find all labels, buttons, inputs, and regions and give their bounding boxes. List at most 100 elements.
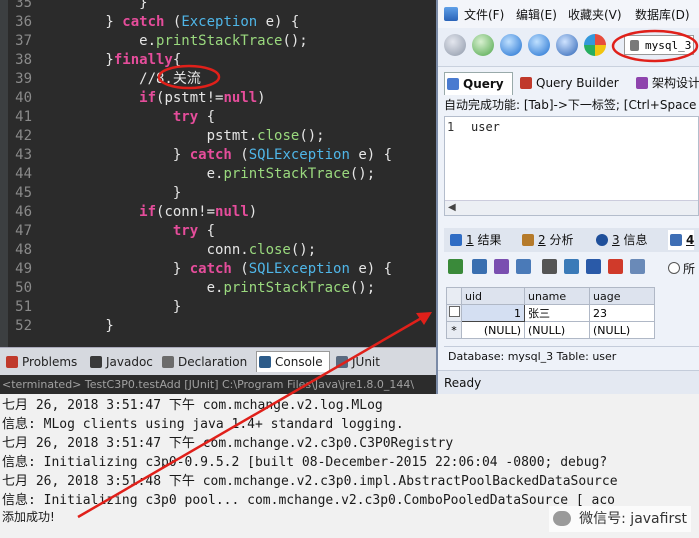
tab-declaration[interactable]: Declaration	[160, 352, 247, 372]
result-grid[interactable]: uid uname uage 1 张三 23 * (NULL) (NULL) (…	[446, 287, 655, 339]
console-icon	[259, 356, 271, 368]
delete-icon[interactable]	[608, 259, 623, 274]
code-token: ();	[299, 128, 325, 144]
query-editor[interactable]: 1 user ◀	[444, 116, 699, 216]
tab-problems[interactable]: Problems	[4, 352, 77, 372]
menu-database[interactable]: 数据库(D)	[635, 6, 690, 23]
grid-corner	[446, 287, 462, 305]
query-icon	[447, 78, 459, 90]
code-token: (pstmt!=	[156, 90, 224, 106]
menu-favorites[interactable]: 收藏夹(V)	[568, 6, 622, 23]
console-output[interactable]: 七月 26, 2018 3:51:47 下午 com.mchange.v2.lo…	[0, 394, 699, 538]
export-icon[interactable]	[472, 259, 487, 274]
save-icon[interactable]	[586, 259, 601, 274]
execute-all-icon[interactable]	[528, 34, 550, 56]
scroll-left-icon[interactable]: ◀	[448, 202, 456, 213]
grid-cell-uname[interactable]: 张三	[524, 304, 590, 322]
code-token: (	[164, 14, 182, 30]
code-line: 52 }	[0, 317, 114, 336]
grid-cell-uage[interactable]: 23	[589, 304, 655, 322]
code-token: if	[139, 204, 157, 220]
grid-cell-uage[interactable]: (NULL)	[589, 321, 655, 339]
import-icon[interactable]	[494, 259, 509, 274]
tab-result-label: 结果	[477, 233, 502, 247]
code-line: 38 }finally{	[0, 51, 181, 70]
tab-label: Problems	[22, 355, 78, 369]
grid-cell-uid[interactable]: (NULL)	[461, 321, 525, 339]
console-line: 七月 26, 2018 3:51:48 下午 com.mchange.v2.c3…	[2, 474, 618, 489]
info-icon	[596, 234, 608, 246]
code-token: {	[198, 109, 216, 125]
tab-profile[interactable]: 2 分析	[520, 230, 573, 250]
tab-junit[interactable]: JUnit	[334, 352, 380, 372]
query-builder-icon	[520, 77, 532, 89]
new-connection-icon[interactable]	[472, 34, 494, 56]
query-line-number: 1	[447, 120, 455, 134]
tab-result[interactable]: 1 结果	[448, 230, 501, 250]
query-text[interactable]: user	[471, 120, 500, 134]
checkbox[interactable]	[448, 306, 460, 317]
menu-edit[interactable]: 编辑(E)	[516, 6, 557, 23]
tab-schema-designer[interactable]: 架构设计	[634, 72, 699, 94]
column-header-uname[interactable]: uname	[524, 287, 590, 305]
code-token: ();	[290, 242, 317, 258]
code-token: }	[38, 147, 190, 163]
all-rows-radio[interactable]: 所	[668, 260, 695, 277]
tab-query-builder[interactable]: Query Builder	[518, 72, 619, 94]
connect-icon[interactable]	[444, 34, 466, 56]
code-token: e.	[38, 280, 224, 296]
code-token: (conn!=	[156, 204, 216, 220]
tab-table-data[interactable]: 4	[668, 230, 695, 250]
tab-schema-designer-label: 架构设计	[652, 76, 699, 90]
tab-info[interactable]: 3 信息	[594, 230, 647, 250]
color-icon[interactable]	[584, 34, 606, 56]
code-line: 48 conn.close();	[0, 241, 316, 260]
tab-javadoc[interactable]: Javadoc	[88, 352, 153, 372]
refresh-icon[interactable]	[556, 34, 578, 56]
code-token: e.	[38, 33, 157, 49]
insert-row-icon[interactable]	[448, 259, 463, 274]
line-number: 52	[15, 318, 32, 334]
execute-query-icon[interactable]	[500, 34, 522, 56]
row-checkbox[interactable]	[446, 304, 462, 322]
tab-console[interactable]: Console	[256, 351, 330, 372]
table-row-new[interactable]: * (NULL) (NULL) (NULL)	[446, 321, 655, 339]
console-line: 信息: MLog clients using java 1.4+ standar…	[2, 417, 404, 432]
line-number: 36	[15, 14, 32, 30]
code-token: ();	[282, 33, 308, 49]
code-editor[interactable]: 35 } 36 } catch (Exception e) {37 e.print…	[0, 0, 436, 347]
table-row[interactable]: 1 张三 23	[446, 304, 655, 322]
code-line: 39 //8.关流	[0, 70, 201, 89]
code-token: printStackTrace	[223, 166, 350, 182]
console-success-line: 添加成功!	[2, 510, 55, 524]
database-name: mysql_3	[645, 39, 692, 52]
menu-bar: 文件(F) 编辑(E) 收藏夹(V) 数据库(D)	[438, 0, 699, 28]
code-line: 42 pstmt.close();	[0, 127, 325, 146]
tab-query[interactable]: Query	[444, 72, 513, 95]
horizontal-scrollbar[interactable]: ◀	[445, 200, 698, 215]
line-number: 50	[15, 280, 32, 296]
line-number: 48	[15, 242, 32, 258]
database-selector[interactable]: mysql_3	[624, 35, 694, 55]
copy-icon[interactable]	[516, 259, 531, 274]
code-token: close	[257, 128, 300, 144]
line-number: 49	[15, 261, 32, 277]
wechat-icon	[553, 511, 572, 526]
code-token: null	[215, 204, 249, 220]
add-row-icon[interactable]	[564, 259, 579, 274]
code-token: catch	[189, 261, 232, 277]
watermark-text: 微信号: javafirst	[579, 511, 687, 527]
grid-cell-uname[interactable]: (NULL)	[524, 321, 590, 339]
sqlyog-window: 文件(F) 编辑(E) 收藏夹(V) 数据库(D) mysql_3 Query …	[436, 0, 699, 394]
new-row-marker: *	[446, 321, 462, 339]
grid-cell-uid[interactable]: 1	[461, 304, 525, 322]
autocomplete-hint: 自动完成功能: [Tab]->下一标签; [Ctrl+Space	[444, 98, 697, 112]
column-header-uage[interactable]: uage	[589, 287, 655, 305]
column-header-uid[interactable]: uid	[461, 287, 525, 305]
code-token: }	[38, 261, 190, 277]
filter-icon[interactable]	[542, 259, 557, 274]
menu-file[interactable]: 文件(F)	[464, 6, 504, 23]
watermark: 微信号: javafirst	[549, 506, 691, 532]
cancel-icon[interactable]	[630, 259, 645, 274]
code-token: try	[172, 223, 199, 239]
